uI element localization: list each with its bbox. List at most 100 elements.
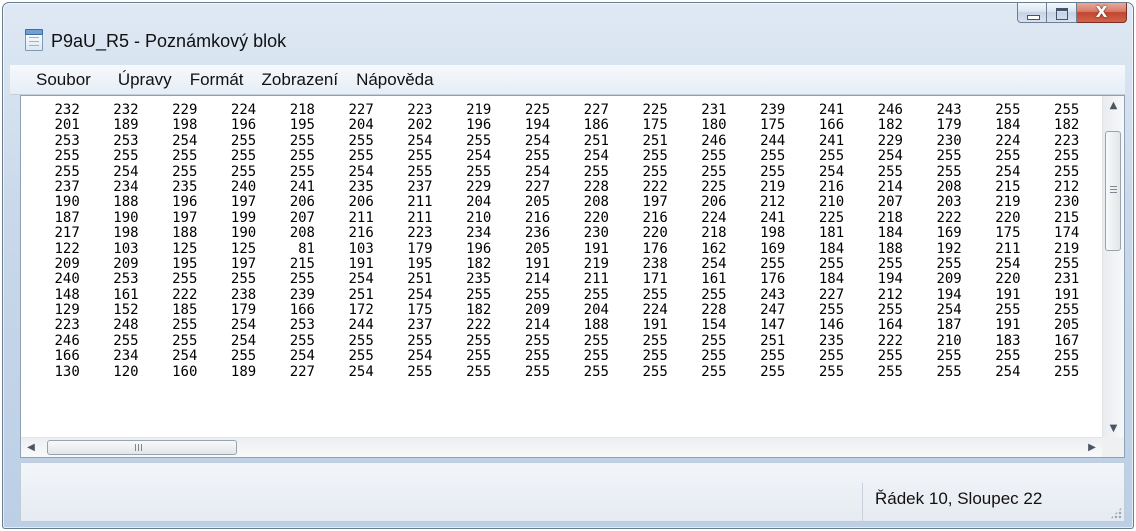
value-cell: 255 [818,255,845,272]
horizontal-scrollbar[interactable]: ◀ ▶ [21,437,1102,457]
text-line: 201 189 198 196 195 204 202 196 194 186 175 180 175 1… [21,117,1093,134]
value-cell: 254 [936,302,962,319]
value-cell: 190 [54,194,80,211]
value-cell: 251 [348,286,374,303]
value-cell: 254 [995,363,1021,380]
value-cell: 240 [54,271,80,288]
value-cell: 214 [524,317,551,334]
value-cell: 255 [230,132,257,149]
value-cell: 196 [230,117,257,134]
scroll-down-arrow-icon[interactable]: ▼ [1103,419,1124,439]
cursor-position: Řádek 10, Sloupec 22 [875,489,1043,508]
value-cell: 255 [1054,148,1080,165]
value-cell: 197 [230,255,257,272]
value-cell: 248 [113,317,139,334]
value-cell: 255 [54,163,80,180]
value-cell: 194 [524,117,551,134]
value-cell: 255 [524,348,551,365]
maximize-button[interactable] [1047,3,1077,23]
value-cell: 206 [701,194,727,211]
value-cell: 174 [1054,225,1080,242]
status-bar: Řádek 10, Sloupec 22 [20,462,1125,522]
value-cell: 182 [466,255,492,272]
value-cell: 255 [289,332,315,349]
menu-format[interactable]: Formát [181,65,253,94]
value-cell: 255 [524,148,551,165]
value-cell: 255 [877,302,903,319]
horizontal-scroll-thumb[interactable] [47,440,237,455]
value-cell: 243 [936,103,962,118]
value-cell: 254 [289,348,315,365]
value-cell: 255 [583,163,609,180]
value-cell: 202 [407,117,433,134]
menu-upravy[interactable]: Úpravy [100,65,181,94]
value-cell: 254 [524,132,551,149]
value-cell: 225 [524,103,551,118]
value-cell: 215 [995,178,1021,195]
value-cell: 255 [230,348,257,365]
value-cell: 219 [760,178,786,195]
value-cell: 169 [760,240,786,257]
value-cell: 194 [936,286,962,303]
value-cell: 224 [230,103,257,118]
value-cell: 188 [877,240,903,257]
value-cell: 255 [466,163,492,180]
text-line: 148 161 222 238 239 251 254 255 255 255 255 255 243 2… [21,286,1093,303]
menu-zobrazeni[interactable]: Zobrazení [253,65,348,94]
value-cell: 190 [113,209,139,226]
scroll-left-arrow-icon[interactable]: ◀ [21,438,41,457]
value-cell: 199 [230,209,257,226]
value-cell: 207 [877,194,903,211]
value-cell: 255 [936,348,962,365]
text-line: 255 254 255 255 255 254 255 255 254 255 255 255 255 2… [21,163,1093,180]
value-cell: 192 [936,240,962,257]
value-cell: 162 [701,240,727,257]
value-cell: 209 [524,302,551,319]
menu-soubor[interactable]: Soubor [10,65,100,94]
value-cell: 240 [230,178,257,195]
vertical-scrollbar[interactable]: ▲ ▼ [1102,96,1124,439]
value-cell: 225 [818,209,845,226]
value-cell: 255 [289,148,315,165]
menu-napoveda[interactable]: Nápověda [347,65,443,94]
vertical-scroll-thumb[interactable] [1105,131,1121,251]
value-cell: 205 [1054,317,1080,334]
value-cell: 255 [348,332,374,349]
value-cell: 237 [407,178,433,195]
value-cell: 246 [54,332,80,349]
value-cell: 235 [348,178,374,195]
value-cell: 164 [877,317,903,334]
value-cell: 254 [172,348,198,365]
value-cell: 224 [701,209,727,226]
resize-grip-icon[interactable] [1110,507,1122,519]
value-cell: 241 [760,209,786,226]
value-cell: 212 [877,286,903,303]
notepad-icon[interactable] [25,29,43,51]
value-cell: 247 [760,302,786,319]
value-cell: 255 [701,363,727,380]
text-content[interactable]: 232 232 229 224 218 227 223 219 225 227 225 231 239 2… [21,103,1093,450]
value-cell: 251 [583,132,609,149]
value-cell: 204 [583,302,609,319]
value-cell: 232 [54,103,80,118]
value-cell: 254 [230,317,257,334]
value-cell: 255 [113,332,139,349]
title-bar[interactable]: P9aU_R5 - Poznámkový blok X [3,3,1133,61]
value-cell: 255 [760,163,786,180]
value-cell: 81 [298,240,315,257]
value-cell: 255 [230,163,257,180]
scroll-up-arrow-icon[interactable]: ▲ [1103,96,1124,116]
minimize-button[interactable] [1017,3,1047,23]
value-cell: 210 [466,209,492,226]
value-cell: 122 [54,240,80,257]
text-editor[interactable]: 232 232 229 224 218 227 223 219 225 227 225 231 239 2… [20,95,1125,458]
value-cell: 255 [936,255,962,272]
value-cell: 222 [936,209,962,226]
value-cell: 255 [1054,103,1080,118]
close-button[interactable]: X [1077,3,1127,23]
value-cell: 255 [701,148,727,165]
value-cell: 160 [172,363,198,380]
scroll-right-arrow-icon[interactable]: ▶ [1082,438,1102,457]
value-cell: 195 [407,255,433,272]
value-cell: 216 [642,209,668,226]
